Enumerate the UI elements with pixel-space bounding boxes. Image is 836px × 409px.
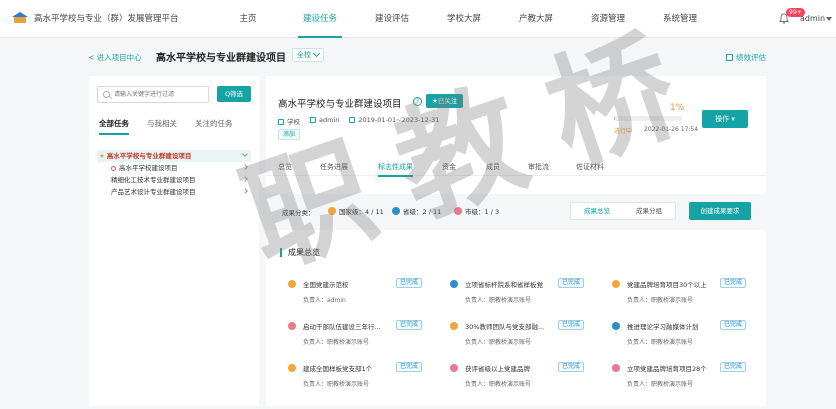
chevron-down-icon[interactable] bbox=[826, 17, 832, 21]
tree-item-label: 精细化工技术专业群建设项目 bbox=[111, 176, 196, 184]
achievement-card[interactable]: 获评省级以上党建品牌 已完成负责人：职教桥演示账号 bbox=[450, 362, 606, 392]
nav-evaluation[interactable]: 建设评估 bbox=[356, 0, 428, 38]
status-badge: 已完成 bbox=[396, 320, 423, 330]
status-badge: 已完成 bbox=[396, 362, 423, 372]
status-badge: 已完成 bbox=[558, 278, 585, 288]
status-badge: 已完成 bbox=[720, 320, 747, 330]
tree-item-label: 高水平学校建设项目 bbox=[119, 164, 178, 172]
achievement-title: 立项党建品牌培育项目28个 bbox=[627, 365, 707, 373]
medal-icon bbox=[612, 322, 620, 330]
medal-icon bbox=[450, 280, 458, 288]
create-achievement-button[interactable]: 创建成果要求 bbox=[689, 202, 751, 220]
achievement-title: 建成全国样板党支部1个 bbox=[303, 365, 373, 373]
tree-item-chemical[interactable]: 精细化工技术专业群建设项目 bbox=[97, 174, 251, 186]
achievement-owner: 负责人：职教桥演示账号 bbox=[303, 339, 370, 346]
achievement-owner: 负责人：职教桥演示账号 bbox=[465, 381, 532, 388]
achievement-owner: 负责人：职教桥演示账号 bbox=[465, 339, 532, 346]
status-badge: 已完成 bbox=[720, 278, 747, 288]
achievement-owner: 负责人：职教桥演示账号 bbox=[627, 339, 694, 346]
top-nav-bar: 高水平学校与专业（群）发展管理平台 主页 建设任务 建设评估 学校大屏 产教大屏… bbox=[0, 0, 836, 38]
school-logo-icon bbox=[12, 12, 28, 24]
view-switch: 成果总览 成果分组 bbox=[570, 202, 676, 220]
achievement-owner: 负责人：职教桥演示账号 bbox=[303, 381, 370, 388]
achievement-title: 启动干部队伍建设三年行... bbox=[303, 323, 381, 331]
tree-item-school[interactable]: 高水平学校建设项目 bbox=[97, 162, 251, 174]
brand[interactable]: 高水平学校与专业（群）发展管理平台 bbox=[12, 12, 179, 24]
achievement-card[interactable]: 30%教师团队与党支部融... 已完成负责人：职教桥演示账号 bbox=[450, 320, 606, 350]
medal-icon bbox=[450, 364, 458, 372]
achievement-card[interactable]: 立项党建品牌培育项目28个 已完成负责人：职教桥演示账号 bbox=[612, 362, 768, 392]
scope-label: 全校 bbox=[297, 51, 311, 59]
medal-icon bbox=[288, 322, 296, 330]
tab-all-tasks[interactable]: 全部任务 bbox=[99, 118, 129, 135]
medal-icon bbox=[612, 364, 620, 372]
tree-item-label: 高水平学校与专业群建设项目 bbox=[106, 152, 192, 160]
nav-construction-tasks[interactable]: 建设任务 bbox=[284, 0, 356, 38]
achievement-title: 30%教师团队与党支部融... bbox=[465, 323, 545, 331]
achievement-title: 获评省级以上党建品牌 bbox=[465, 365, 530, 373]
achievement-card[interactable]: 启动干部队伍建设三年行... 已完成负责人：职教桥演示账号 bbox=[288, 320, 444, 350]
nav-school-screen[interactable]: 学校大屏 bbox=[428, 0, 500, 38]
achievement-owner: 负责人：admin bbox=[303, 297, 346, 304]
status-badge: 已完成 bbox=[558, 320, 585, 330]
task-search-box[interactable] bbox=[97, 86, 209, 103]
achievement-card[interactable]: 推进理论学习融媒体计划 已完成负责人：职教桥演示账号 bbox=[612, 320, 768, 350]
chevron-down-icon bbox=[312, 49, 321, 58]
task-filter-tabs: 全部任务 与我相关 关注的任务 bbox=[99, 118, 233, 135]
achievement-owner: 负责人：职教桥演示账号 bbox=[465, 297, 532, 304]
star-icon: ★ bbox=[99, 152, 105, 160]
achievement-card[interactable]: 党建品牌培育项目30个以上 已完成负责人：职教桥演示账号 bbox=[612, 278, 768, 308]
search-icon bbox=[103, 91, 110, 98]
performance-evaluation-link[interactable]: 绩效评估 bbox=[726, 52, 766, 63]
achievement-title: 立项省标杆院系和省样板党 bbox=[465, 281, 543, 289]
view-overview-button[interactable]: 成果总览 bbox=[571, 203, 623, 219]
nav-home[interactable]: 主页 bbox=[212, 0, 284, 38]
user-name[interactable]: admin bbox=[800, 14, 825, 23]
status-badge: 已完成 bbox=[396, 278, 423, 288]
tree-item-label: 产品艺术设计专业群建设项目 bbox=[111, 188, 196, 196]
task-search-input[interactable] bbox=[114, 88, 206, 101]
status-badge: 已完成 bbox=[558, 362, 585, 372]
app-title: 高水平学校与专业（群）发展管理平台 bbox=[34, 14, 179, 24]
page-title: 高水平学校与专业群建设项目 bbox=[156, 53, 286, 64]
tab-related-to-me[interactable]: 与我相关 bbox=[147, 118, 177, 135]
achievement-owner: 负责人：职教桥演示账号 bbox=[627, 297, 694, 304]
achievement-owner: 负责人：职教桥演示账号 bbox=[627, 381, 694, 388]
achievement-card[interactable]: 立项省标杆院系和省样板党 已完成负责人：职教桥演示账号 bbox=[450, 278, 606, 308]
medal-icon bbox=[612, 280, 620, 288]
status-badge: 已完成 bbox=[720, 362, 747, 372]
view-group-button[interactable]: 成果分组 bbox=[623, 203, 675, 219]
achievement-title: 党建品牌培育项目30个以上 bbox=[627, 281, 707, 289]
medal-icon bbox=[288, 364, 296, 372]
back-to-project-center-link[interactable]: < 进入项目中心 bbox=[88, 52, 142, 63]
performance-evaluation-label: 绩效评估 bbox=[736, 53, 766, 62]
medal-icon bbox=[450, 322, 458, 330]
scope-select[interactable]: 全校 bbox=[292, 48, 324, 62]
alert-circle-icon bbox=[111, 165, 116, 171]
achievement-card[interactable]: 建成全国样板党支部1个 已完成负责人：职教桥演示账号 bbox=[288, 362, 444, 392]
achievement-title: 推进理论学习融媒体计划 bbox=[627, 323, 699, 331]
filter-button[interactable]: Q筛选 bbox=[217, 86, 251, 102]
tree-item-design[interactable]: 产品艺术设计专业群建设项目 bbox=[97, 186, 251, 198]
chart-icon bbox=[726, 54, 733, 61]
